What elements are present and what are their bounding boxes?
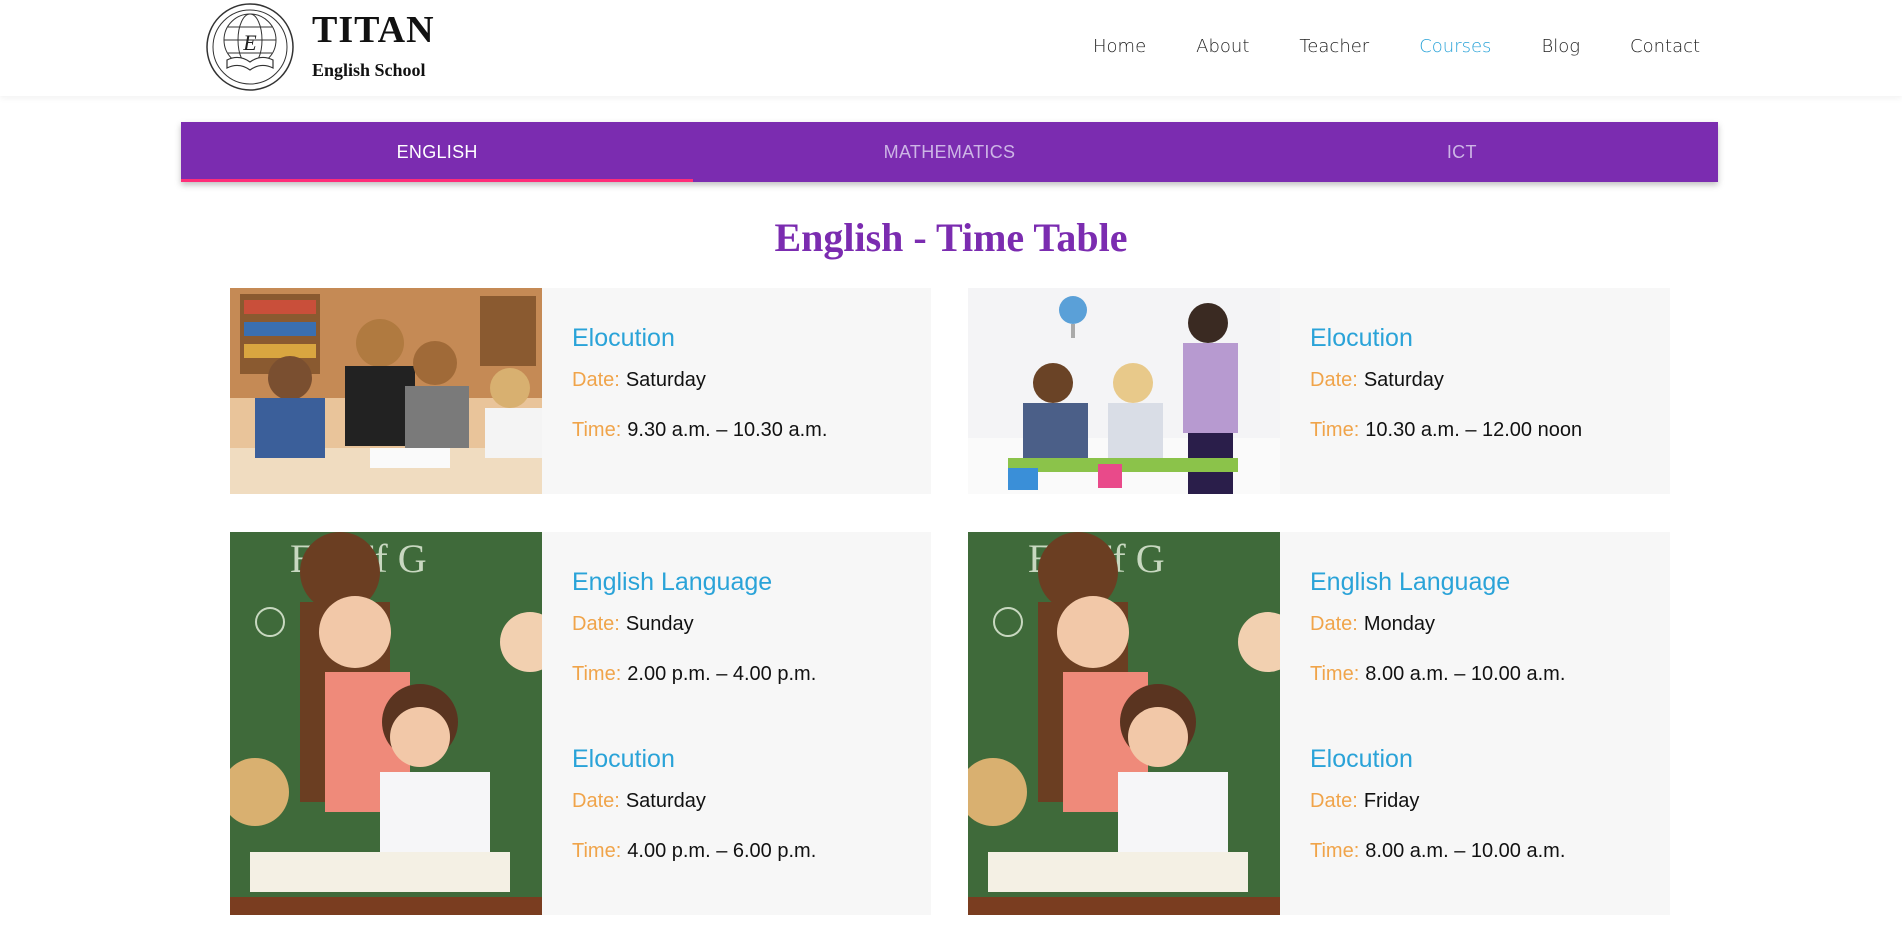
date-label: Date: xyxy=(572,613,620,635)
course-tabs: ENGLISH MATHEMATICS ICT xyxy=(181,122,1718,182)
time-value: 8.00 a.m. – 10.00 a.m. xyxy=(1365,663,1566,685)
session-date: Date: Saturday xyxy=(1310,369,1444,392)
time-label: Time: xyxy=(572,419,622,441)
session-title: English Language xyxy=(572,568,773,596)
session-title: Elocution xyxy=(1310,745,1413,773)
reading-photo: E e Ff G xyxy=(230,532,542,915)
date-value: Saturday xyxy=(1363,369,1444,391)
session-title: Elocution xyxy=(1310,324,1413,352)
nav-home[interactable]: Home xyxy=(1093,36,1146,60)
time-value: 10.30 a.m. – 12.00 noon xyxy=(1365,419,1583,441)
date-label: Date: xyxy=(1310,613,1358,635)
classroom-photo xyxy=(230,288,542,494)
session-time: Time: 2.00 p.m. – 4.00 p.m. xyxy=(572,663,816,686)
brand-title[interactable]: TITAN xyxy=(312,8,435,52)
tab-ict[interactable]: ICT xyxy=(1206,122,1718,182)
tab-english[interactable]: ENGLISH xyxy=(181,122,694,182)
nav-courses[interactable]: Courses xyxy=(1419,36,1491,60)
session-time: Time: 4.00 p.m. – 6.00 p.m. xyxy=(572,840,816,863)
main-nav: Home About Teacher Courses Blog Contact xyxy=(1093,36,1700,60)
nav-teacher[interactable]: Teacher xyxy=(1299,36,1369,60)
session-title: Elocution xyxy=(572,745,675,773)
date-label: Date: xyxy=(1310,790,1358,812)
brand-subtitle: English School xyxy=(312,60,426,80)
date-value: Sunday xyxy=(625,613,694,635)
session-time: Time: 8.00 a.m. – 10.00 a.m. xyxy=(1310,840,1565,863)
classroom-photo xyxy=(968,288,1280,494)
timetable-card: E e Ff G English Language Date:Sunday Ti… xyxy=(230,532,931,915)
time-label: Time: xyxy=(1310,840,1360,862)
date-value: Monday xyxy=(1363,613,1435,635)
session-date: Date: Saturday xyxy=(572,790,706,813)
timetable-card: Elocution Date: Saturday Time: 9.30 a.m. –… xyxy=(230,288,931,494)
date-label: Date: xyxy=(1310,369,1358,391)
time-label: Time: xyxy=(572,663,622,685)
reading-photo: E e Ff G xyxy=(968,532,1280,915)
session-time: Time: 10.30 a.m. – 12.00 noon xyxy=(1310,419,1582,442)
school-logo-icon[interactable]: E xyxy=(205,2,295,92)
time-value: 8.00 a.m. – 10.00 a.m. xyxy=(1365,840,1566,862)
date-label: Date: xyxy=(572,369,620,391)
time-label: Time: xyxy=(1310,419,1360,441)
time-label: Time: xyxy=(572,840,622,862)
svg-text:E: E xyxy=(242,30,257,55)
date-value: Saturday xyxy=(625,790,706,812)
site-header: E TITAN English School Home About Teache… xyxy=(0,0,1902,96)
time-value: 2.00 p.m. – 4.00 p.m. xyxy=(627,663,817,685)
session-title: Elocution xyxy=(572,324,675,352)
nav-blog[interactable]: Blog xyxy=(1541,36,1580,60)
date-value: Saturday xyxy=(625,369,706,391)
date-label: Date: xyxy=(572,790,620,812)
nav-contact[interactable]: Contact xyxy=(1630,36,1700,60)
time-value: 9.30 a.m. – 10.30 a.m. xyxy=(627,419,828,441)
timetable-card: Elocution Date: Saturday Time: 10.30 a.m. … xyxy=(968,288,1670,494)
session-time: Time: 8.00 a.m. – 10.00 a.m. xyxy=(1310,663,1565,686)
timetable-card: E e Ff G English Language Date:Monday Ti… xyxy=(968,532,1670,915)
session-date: Date: Saturday xyxy=(572,369,706,392)
session-title: English Language xyxy=(1310,568,1511,596)
tab-mathematics[interactable]: MATHEMATICS xyxy=(693,122,1205,182)
session-date: Date: Monday xyxy=(1310,613,1435,636)
date-value: Friday xyxy=(1363,790,1420,812)
session-date: Date: Friday xyxy=(1310,790,1419,813)
time-value: 4.00 p.m. – 6.00 p.m. xyxy=(627,840,817,862)
session-date: Date: Sunday xyxy=(572,613,694,636)
time-label: Time: xyxy=(1310,663,1360,685)
nav-about[interactable]: About xyxy=(1196,36,1249,60)
page-title: English - Time Table xyxy=(774,215,1128,260)
session-time: Time: 9.30 a.m. – 10.30 a.m. xyxy=(572,419,827,442)
